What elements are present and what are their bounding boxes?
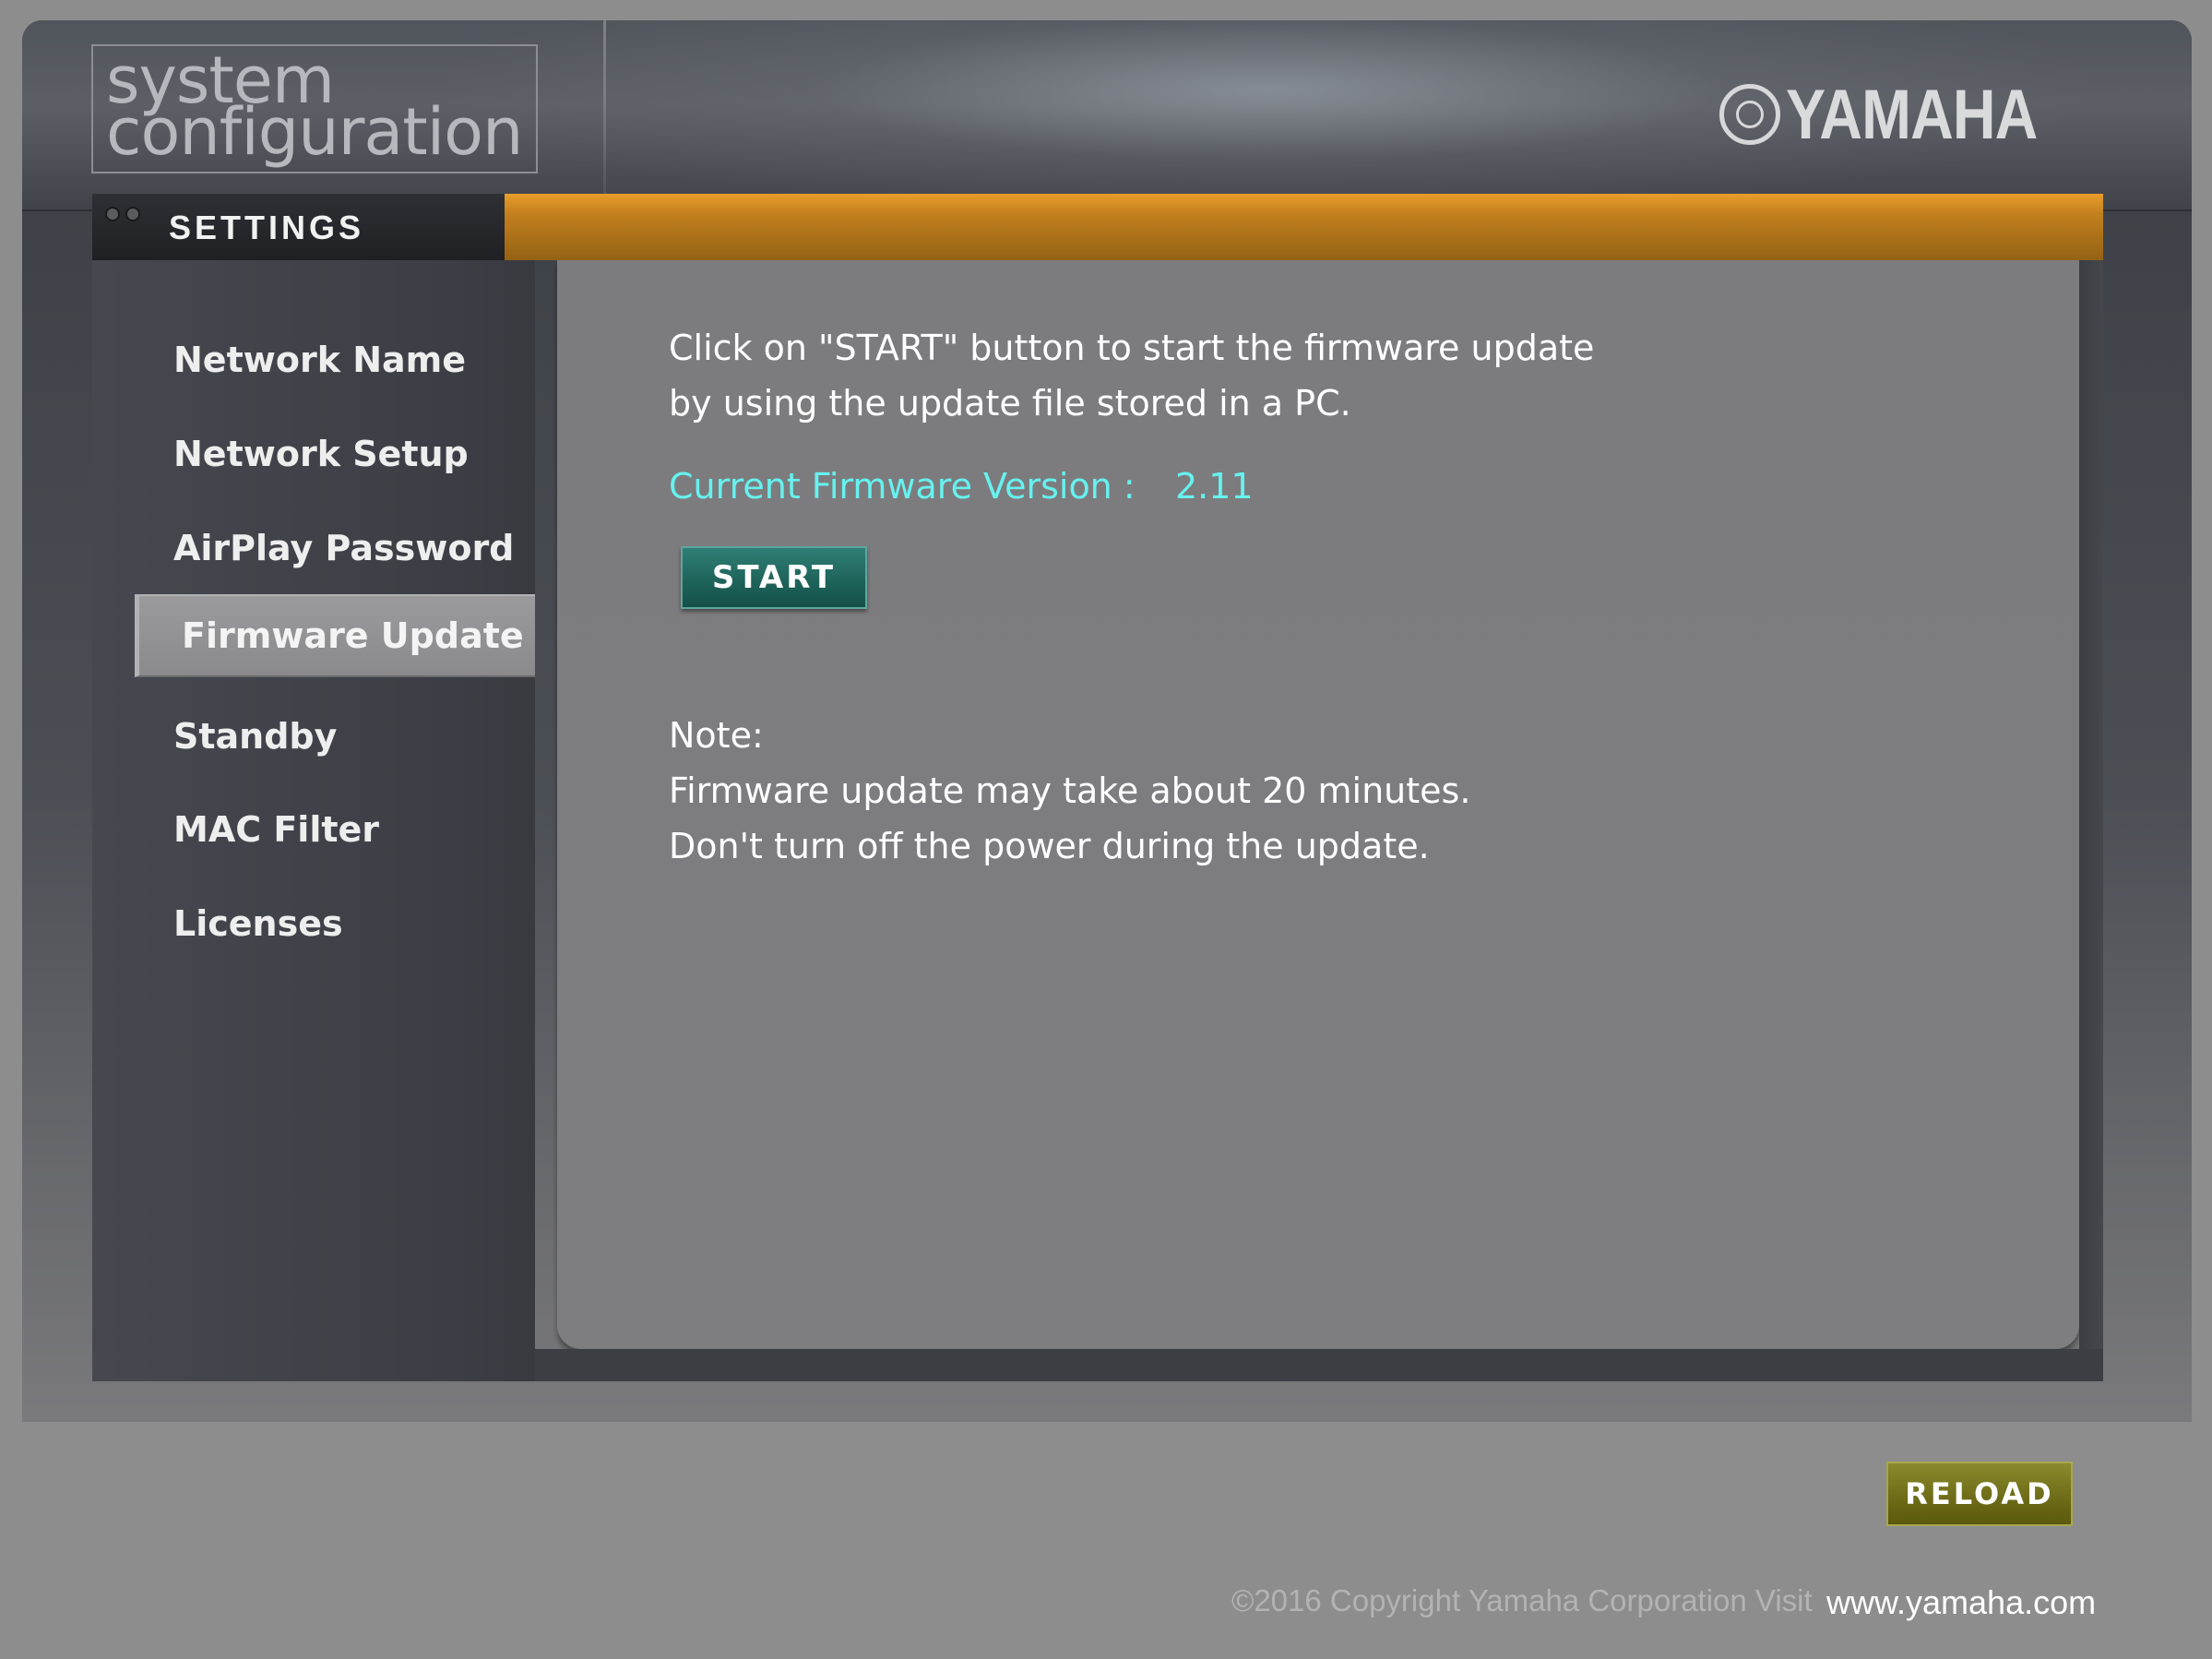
panel-bottom-edge xyxy=(535,1349,2103,1381)
firmware-version-label: Current Firmware Version : xyxy=(669,466,1136,507)
note-line-2: Don't turn off the power during the upda… xyxy=(669,826,1430,866)
settings-tab: SETTINGS xyxy=(92,194,505,260)
settings-bar: SETTINGS xyxy=(92,194,2103,260)
panel-right-edge xyxy=(2079,260,2103,1381)
sidebar-item-network-setup[interactable]: Network Setup xyxy=(92,412,535,495)
sidebar-item-standby[interactable]: Standby xyxy=(92,695,535,778)
brand-name: YAMAHA xyxy=(1786,75,2038,154)
copyright-text: ©2016 Copyright Yamaha Corporation Visit xyxy=(1231,1583,1813,1617)
yamaha-logo: YAMAHA xyxy=(1719,76,2082,154)
note-line-1: Firmware update may take about 20 minute… xyxy=(669,770,1471,811)
sidebar-item-firmware-update[interactable]: Firmware Update xyxy=(135,594,535,677)
yamaha-tuning-fork-icon xyxy=(1719,84,1780,145)
settings-dots-icon xyxy=(105,207,146,225)
sidebar-item-licenses[interactable]: Licenses xyxy=(92,882,535,965)
logo-line-2: configuration xyxy=(106,94,523,170)
header: system configuration YAMAHA xyxy=(22,20,2192,211)
header-divider xyxy=(603,20,606,209)
settings-label: SETTINGS xyxy=(169,209,365,246)
sidebar: Network Name Network Setup AirPlay Passw… xyxy=(92,260,535,1381)
accent-bar xyxy=(505,194,2103,260)
sidebar-item-mac-filter[interactable]: MAC Filter xyxy=(92,788,535,871)
note-title: Note: xyxy=(669,715,764,756)
system-configuration-logo: system configuration xyxy=(91,44,538,173)
sidebar-item-airplay-password[interactable]: AirPlay Password xyxy=(92,507,535,590)
yamaha-site-link[interactable]: www.yamaha.com xyxy=(1826,1583,2096,1622)
reload-button[interactable]: RELOAD xyxy=(1886,1462,2073,1526)
start-button[interactable]: START xyxy=(681,546,867,609)
instruction-line-1: Click on "START" button to start the fir… xyxy=(669,328,1595,368)
sidebar-item-network-name[interactable]: Network Name xyxy=(92,318,535,401)
firmware-version-value: 2.11 xyxy=(1175,466,1254,507)
instruction-line-2: by using the update file stored in a PC. xyxy=(669,383,1351,424)
